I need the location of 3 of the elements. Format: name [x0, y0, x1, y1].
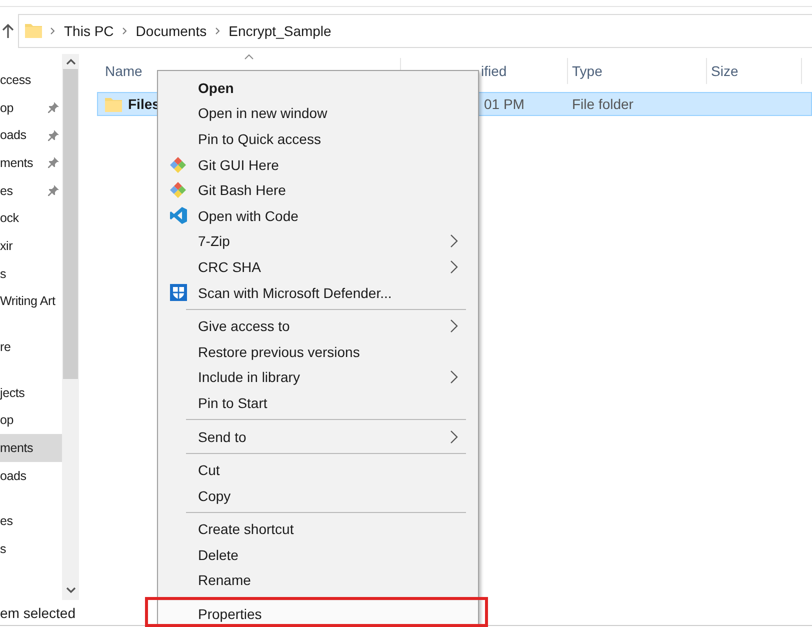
date-modified: 01 PM: [484, 96, 524, 112]
file-type: File folder: [572, 96, 634, 112]
status-text: em selected: [0, 604, 76, 620]
